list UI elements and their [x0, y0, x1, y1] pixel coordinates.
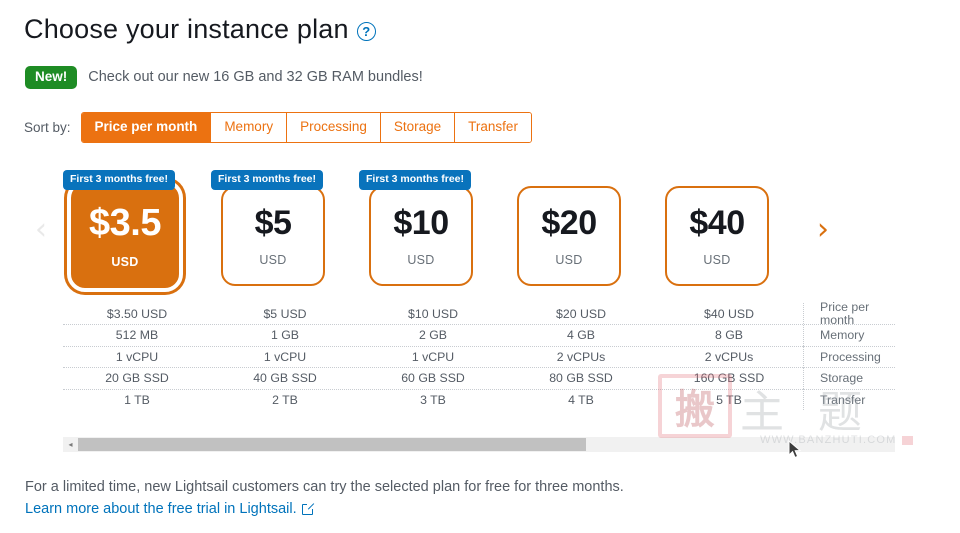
plan-carousel: ‹ › First 3 months free! $3.5 USD First …: [0, 166, 960, 296]
triangle-left-icon[interactable]: ◂: [63, 437, 78, 452]
sort-tab-storage[interactable]: Storage: [379, 113, 455, 142]
promo-banner: New! Check out our new 16 GB and 32 GB R…: [25, 66, 423, 89]
spec-cell: 5 TB: [716, 392, 742, 407]
spec-cell: 1 TB: [124, 392, 150, 407]
spec-cell: $20 USD: [556, 306, 606, 321]
learn-more-link[interactable]: Learn more about the free trial in Light…: [25, 498, 315, 520]
new-badge: New!: [25, 66, 78, 89]
spec-cell: 8 GB: [714, 328, 744, 343]
free-trial-description: For a limited time, new Lightsail custom…: [25, 479, 624, 495]
spec-cell: 1 vCPU: [263, 349, 307, 364]
plan-card-10[interactable]: $10 USD: [369, 186, 473, 286]
table-row: 1 vCPU 1 vCPU 1 vCPU 2 vCPUs 2 vCPUs Pro…: [63, 345, 895, 368]
spec-cell: 2 TB: [272, 392, 298, 407]
spec-cell: 40 GB SSD: [253, 371, 317, 386]
spec-cell: 2 GB: [418, 328, 448, 343]
plan-price: $40: [689, 203, 745, 242]
spec-cell: 4 GB: [566, 328, 596, 343]
plan-card-5[interactable]: $5 USD: [221, 186, 325, 286]
instance-plan-page: Choose your instance plan ? New! Check o…: [0, 0, 960, 533]
footer-note: For a limited time, new Lightsail custom…: [25, 476, 624, 521]
table-row: $3.50 USD $5 USD $10 USD $20 USD $40 USD…: [63, 301, 895, 326]
page-header: Choose your instance plan ?: [24, 16, 376, 43]
page-title: Choose your instance plan: [24, 14, 349, 44]
plan-currency: USD: [555, 252, 583, 267]
watermark-square-icon: [901, 435, 913, 445]
horizontal-scrollbar[interactable]: ◂: [63, 437, 895, 452]
plan-price: $5: [254, 203, 292, 242]
table-row: 20 GB SSD 40 GB SSD 60 GB SSD 80 GB SSD …: [63, 367, 895, 390]
spec-row-label: Processing: [803, 346, 895, 368]
chevron-right-icon[interactable]: ›: [808, 210, 838, 250]
learn-more-link-label: Learn more about the free trial in Light…: [25, 501, 297, 518]
spec-row-label: Memory: [803, 324, 895, 347]
spec-cell: 2 vCPUs: [704, 349, 754, 364]
plan-price: $20: [541, 203, 597, 242]
spec-row-label: Price per month: [803, 301, 895, 326]
plan-card-wrapper: $40 USD: [655, 166, 779, 296]
table-row: 512 MB 1 GB 2 GB 4 GB 8 GB Memory: [63, 324, 895, 347]
table-row: 1 TB 2 TB 3 TB 4 TB 5 TB Transfer: [63, 388, 895, 411]
plan-card-wrapper: First 3 months free! $5 USD: [211, 166, 335, 296]
plan-card-list: First 3 months free! $3.5 USD First 3 mo…: [63, 166, 779, 296]
free-trial-badge: First 3 months free!: [211, 170, 324, 190]
plan-card-40[interactable]: $40 USD: [665, 186, 769, 286]
spec-cell: 60 GB SSD: [401, 371, 465, 386]
sort-tab-price-per-month[interactable]: Price per month: [81, 113, 211, 142]
spec-cell: $10 USD: [408, 306, 458, 321]
scrollbar-thumb[interactable]: [78, 438, 586, 451]
spec-cell: $3.50 USD: [106, 306, 168, 321]
sort-by-control: Sort by: Price per month Memory Processi…: [24, 112, 532, 143]
spec-cell: $40 USD: [704, 306, 754, 321]
spec-cell: 80 GB SSD: [549, 371, 613, 386]
free-trial-badge: First 3 months free!: [63, 170, 176, 190]
plan-price: $10: [393, 203, 449, 242]
plan-currency: USD: [111, 254, 139, 269]
promo-text: Check out our new 16 GB and 32 GB RAM bu…: [88, 69, 423, 86]
spec-cell: 512 MB: [115, 328, 159, 343]
plan-specs-table: $3.50 USD $5 USD $10 USD $20 USD $40 USD…: [63, 301, 895, 411]
question-mark-circle-icon[interactable]: ?: [356, 22, 376, 41]
spec-cell: $5 USD: [263, 306, 307, 321]
plan-card-wrapper: $20 USD: [507, 166, 631, 296]
spec-row-label: Storage: [803, 367, 895, 390]
sort-tab-memory[interactable]: Memory: [210, 113, 287, 142]
spec-cell: 4 TB: [568, 392, 594, 407]
external-link-icon: [301, 501, 315, 516]
sort-by-label: Sort by:: [24, 119, 71, 135]
plan-currency: USD: [703, 252, 731, 267]
spec-cell: 2 vCPUs: [556, 349, 606, 364]
spec-row-label: Transfer: [803, 389, 895, 411]
plan-card-wrapper: First 3 months free! $10 USD: [359, 166, 483, 296]
plan-currency: USD: [259, 252, 287, 267]
sort-tab-processing[interactable]: Processing: [286, 113, 380, 142]
plan-card-3-5[interactable]: $3.5 USD: [67, 180, 183, 292]
plan-card-20[interactable]: $20 USD: [517, 186, 621, 286]
free-trial-badge: First 3 months free!: [359, 170, 472, 190]
chevron-left-icon[interactable]: ‹: [26, 210, 56, 250]
sort-by-segmented-group: Price per month Memory Processing Storag…: [80, 112, 532, 143]
plan-card-wrapper: First 3 months free! $3.5 USD: [63, 166, 187, 296]
sort-tab-transfer[interactable]: Transfer: [454, 113, 531, 142]
spec-cell: 20 GB SSD: [105, 371, 169, 386]
plan-currency: USD: [407, 252, 435, 267]
spec-cell: 160 GB SSD: [693, 371, 765, 386]
spec-cell: 1 vCPU: [411, 349, 455, 364]
spec-cell: 3 TB: [420, 392, 446, 407]
spec-cell: 1 GB: [270, 328, 300, 343]
spec-cell: 1 vCPU: [115, 349, 159, 364]
plan-price: $3.5: [89, 201, 161, 244]
